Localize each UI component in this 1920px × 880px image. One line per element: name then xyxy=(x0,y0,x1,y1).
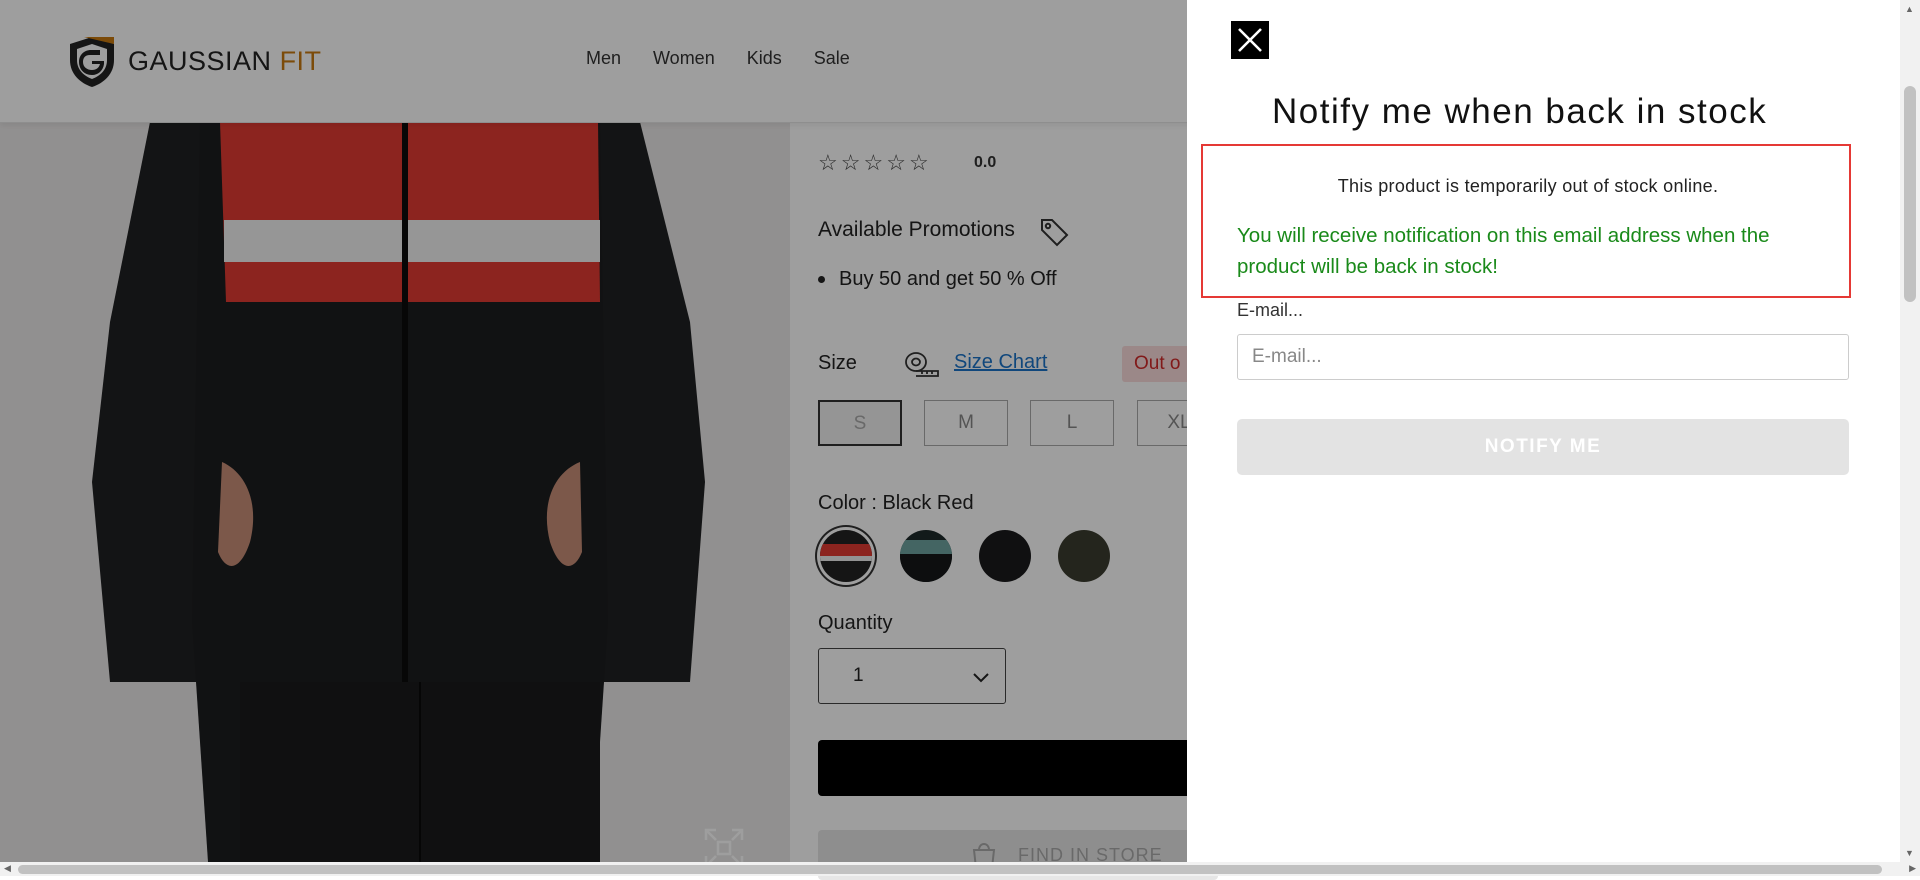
stock-message-box: This product is temporarily out of stock… xyxy=(1201,144,1851,298)
horizontal-scroll-thumb[interactable] xyxy=(18,865,1882,874)
modal-overlay[interactable] xyxy=(0,0,1187,862)
notify-me-button[interactable]: NOTIFY ME xyxy=(1237,419,1849,475)
notify-drawer: Notify me when back in stock This produc… xyxy=(1187,0,1900,862)
vertical-scrollbar[interactable]: ▲ ▼ xyxy=(1900,0,1920,862)
notification-message: You will receive notification on this em… xyxy=(1237,224,1770,278)
drawer-title: Notify me when back in stock xyxy=(1272,92,1768,131)
scroll-up-icon[interactable]: ▲ xyxy=(1905,4,1914,14)
scroll-right-icon[interactable]: ▶ xyxy=(1909,863,1916,874)
vertical-scroll-thumb[interactable] xyxy=(1904,86,1916,302)
email-label: E-mail... xyxy=(1237,300,1304,320)
scroll-left-icon[interactable]: ◀ xyxy=(4,863,11,874)
email-input[interactable] xyxy=(1237,334,1849,380)
close-icon xyxy=(1238,28,1262,52)
horizontal-scrollbar[interactable]: ◀ ▶ xyxy=(0,862,1920,876)
scroll-down-icon[interactable]: ▼ xyxy=(1905,848,1914,858)
out-of-stock-message: This product is temporarily out of stock… xyxy=(1337,176,1719,196)
close-button[interactable] xyxy=(1231,21,1269,59)
